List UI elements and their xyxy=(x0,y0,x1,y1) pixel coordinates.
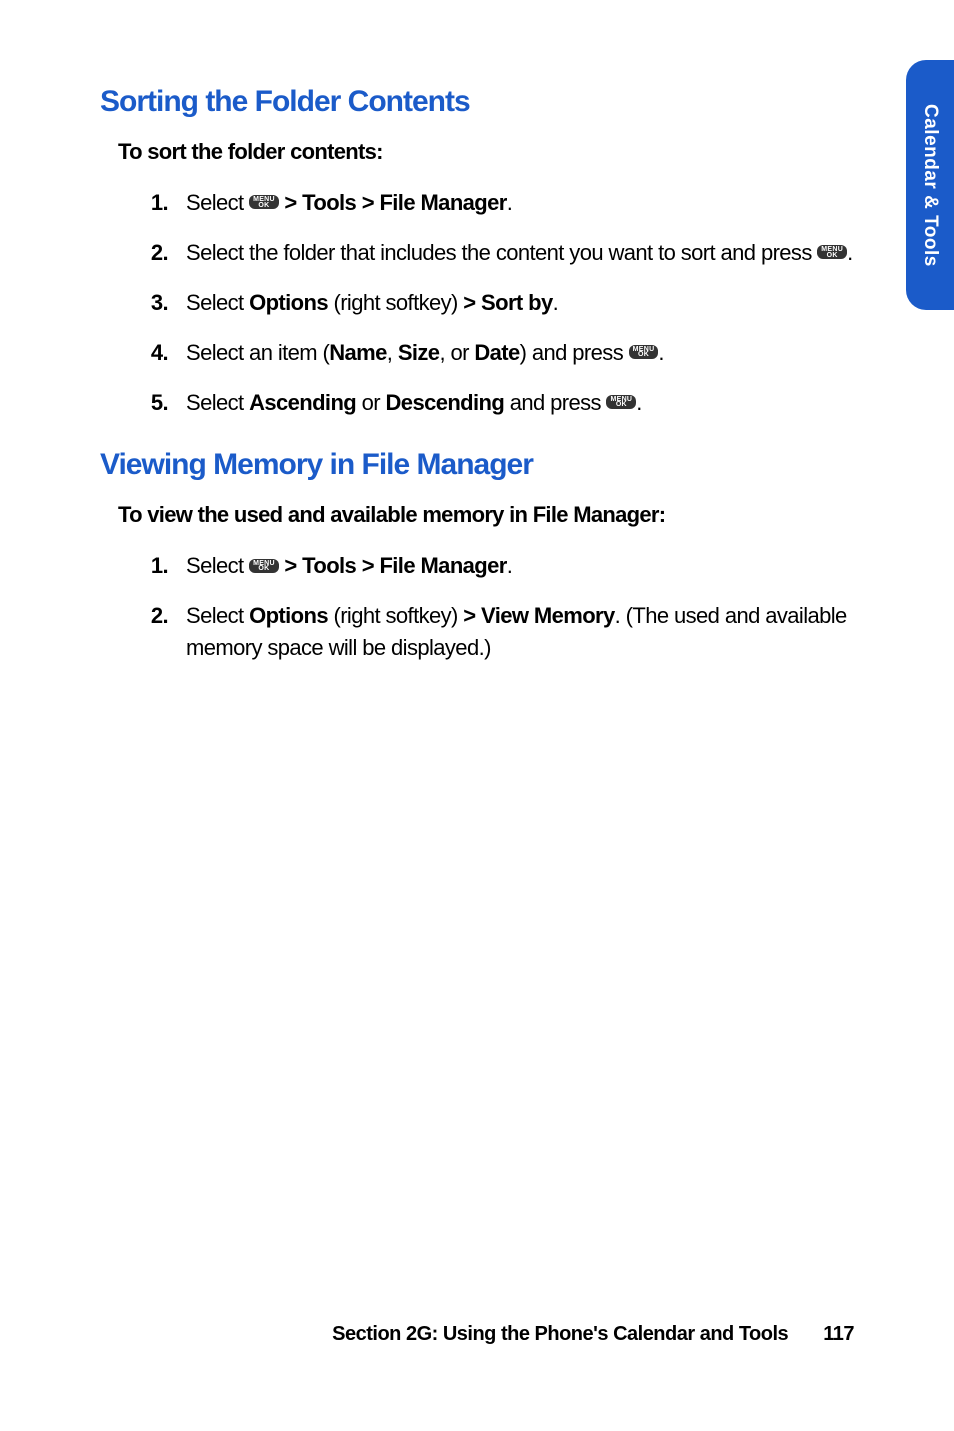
heading-memory: Viewing Memory in File Manager xyxy=(100,448,854,482)
text: . xyxy=(636,390,642,415)
side-tab: Calendar & Tools xyxy=(906,60,954,310)
menu-ok-icon: MENUOK xyxy=(606,395,636,409)
text: , xyxy=(387,340,398,365)
text-bold: > View Memory xyxy=(463,603,614,628)
text: Select xyxy=(186,290,249,315)
text-bold: > Sort by xyxy=(463,290,552,315)
text: , or xyxy=(439,340,474,365)
menu-ok-icon: MENUOK xyxy=(249,195,279,209)
list-item: Select Options (right softkey) > View Me… xyxy=(172,600,854,664)
text-bold: Size xyxy=(398,340,440,365)
text-bold: Options xyxy=(249,603,328,628)
footer: Section 2G: Using the Phone's Calendar a… xyxy=(332,1323,854,1346)
text-bold: Ascending xyxy=(249,390,356,415)
text-bold: Date xyxy=(474,340,519,365)
list-item: Select MENUOK > Tools > File Manager. xyxy=(172,187,854,219)
text-bold: > Tools > File Manager xyxy=(279,190,507,215)
text: . xyxy=(847,240,853,265)
text: . xyxy=(553,290,559,315)
text: Select the folder that includes the cont… xyxy=(186,240,817,265)
menu-ok-icon: MENUOK xyxy=(629,345,659,359)
text: . xyxy=(507,553,513,578)
list-item: Select Ascending or Descending and press… xyxy=(172,387,854,419)
text: or xyxy=(356,390,385,415)
text: Select xyxy=(186,390,249,415)
text: ) and press xyxy=(520,340,629,365)
subhead-sorting: To sort the folder contents: xyxy=(118,139,854,165)
footer-text: Section 2G: Using the Phone's Calendar a… xyxy=(332,1323,788,1345)
text-bold: > Tools > File Manager xyxy=(279,553,507,578)
menu-ok-icon: MENUOK xyxy=(249,559,279,573)
text: (right softkey) xyxy=(328,603,463,628)
text: Select an item ( xyxy=(186,340,329,365)
page-number: 117 xyxy=(823,1323,854,1345)
heading-sorting: Sorting the Folder Contents xyxy=(100,85,854,119)
subhead-memory: To view the used and available memory in… xyxy=(118,502,854,528)
text: (right softkey) xyxy=(328,290,463,315)
list-item: Select the folder that includes the cont… xyxy=(172,237,854,269)
text: . xyxy=(658,340,664,365)
list-item: Select Options (right softkey) > Sort by… xyxy=(172,287,854,319)
text-bold: Options xyxy=(249,290,328,315)
text-bold: Name xyxy=(329,340,387,365)
steps-memory: Select MENUOK > Tools > File Manager. Se… xyxy=(100,550,854,664)
text: and press xyxy=(504,390,606,415)
text-bold: Descending xyxy=(386,390,505,415)
list-item: Select an item (Name, Size, or Date) and… xyxy=(172,337,854,369)
text: Select xyxy=(186,553,249,578)
text: . xyxy=(507,190,513,215)
menu-ok-icon: MENUOK xyxy=(817,245,847,259)
text: Select xyxy=(186,190,249,215)
text: Select xyxy=(186,603,249,628)
side-tab-label: Calendar & Tools xyxy=(919,104,941,267)
list-item: Select MENUOK > Tools > File Manager. xyxy=(172,550,854,582)
steps-sorting: Select MENUOK > Tools > File Manager. Se… xyxy=(100,187,854,418)
